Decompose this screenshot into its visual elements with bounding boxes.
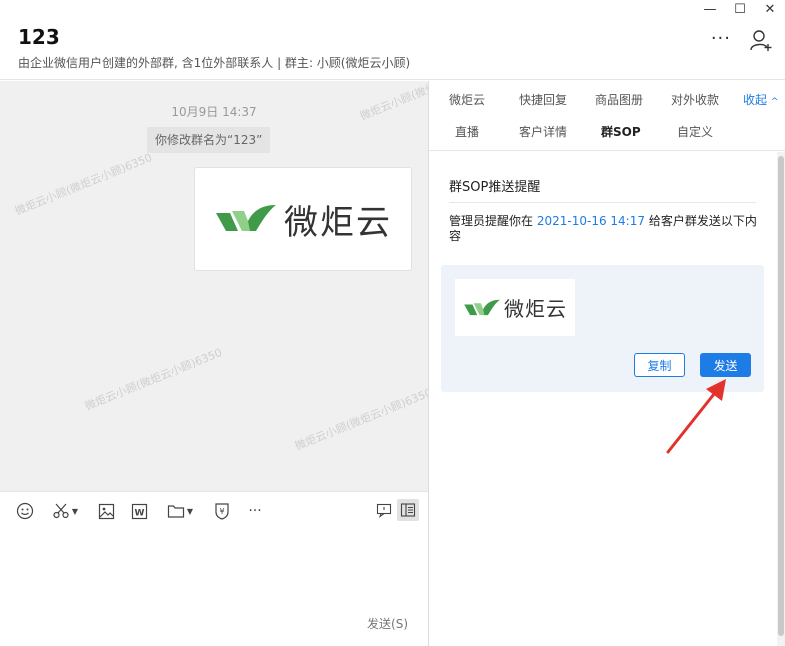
- weijuyun-logo-icon: [464, 299, 500, 315]
- sop-desc-prefix: 管理员提醒你在: [449, 214, 534, 228]
- image-icon: [98, 503, 114, 519]
- wecom-chat-window: 123 由企业微信用户创建的外部群, 含1位外部联系人 | 群主: 小顾(微炬云…: [0, 0, 785, 646]
- scissors-icon: [53, 503, 69, 519]
- more-options-button[interactable]: ···: [711, 28, 731, 49]
- watermark: 微炬云小顾(微炬云小顾)6350: [83, 345, 224, 413]
- collapse-label: 收起: [743, 93, 768, 107]
- window-controls: — ☐ ✕: [695, 0, 785, 18]
- sop-content-card: 微炬云 复制 发送: [441, 265, 764, 392]
- emoji-icon: [16, 502, 34, 520]
- image-button[interactable]: [95, 500, 117, 522]
- weijuyun-logo-icon: [216, 205, 276, 231]
- word-doc-button[interactable]: W: [128, 500, 150, 522]
- tab-quick-reply[interactable]: 快捷回复: [519, 91, 567, 108]
- sop-date: 2021-10-16 14:17: [536, 214, 645, 228]
- chevron-up-icon: ^: [770, 97, 779, 107]
- message-timestamp: 10月9日 14:37: [171, 105, 257, 119]
- system-notice: 你修改群名为“123”: [147, 127, 271, 153]
- folder-icon: [167, 505, 185, 518]
- sidebar-toggle-button[interactable]: [397, 499, 419, 521]
- message-input[interactable]: 发送(S): [0, 530, 428, 646]
- send-button[interactable]: 发送(S): [367, 615, 408, 632]
- scrollbar-thumb[interactable]: [778, 156, 784, 636]
- red-packet-icon: ¥: [215, 503, 229, 520]
- svg-text:W: W: [134, 508, 144, 518]
- copy-button[interactable]: 复制: [634, 353, 685, 377]
- logo-text: 微炬云: [284, 202, 392, 243]
- chat-history[interactable]: 10月9日 14:37 你修改群名为“123” 微炬云 微炬云小顾(微炬云小顾)…: [0, 81, 428, 491]
- sop-send-button[interactable]: 发送: [700, 353, 751, 377]
- sidebar-panel-icon: [400, 503, 416, 517]
- collapse-button[interactable]: 收起 ^: [743, 91, 778, 108]
- screenshot-button[interactable]: ▼: [50, 500, 80, 522]
- watermark: 微炬云小顾(微炬云小顾)6350: [293, 385, 428, 453]
- watermark: 微炬云小顾(微炬云小顾)6350: [13, 150, 154, 218]
- group-title: 123: [18, 25, 60, 49]
- sidebar-scrollbar[interactable]: [777, 152, 785, 646]
- sop-title: 群SOP推送提醒: [449, 180, 541, 195]
- emoji-button[interactable]: [14, 500, 36, 522]
- tab-group-sop[interactable]: 群SOP: [601, 123, 641, 140]
- tab-customer-details[interactable]: 客户详情: [519, 123, 567, 140]
- minimize-button[interactable]: —: [695, 0, 725, 18]
- chat-header: 123 由企业微信用户创建的外部群, 含1位外部联系人 | 群主: 小顾(微炬云…: [0, 0, 785, 80]
- divider: [449, 202, 756, 203]
- tab-weijuyun[interactable]: 微炬云: [449, 91, 485, 108]
- chat-record-button[interactable]: [373, 499, 395, 521]
- weijuyun-logo: 微炬云: [463, 293, 567, 322]
- group-subtitle: 由企业微信用户创建的外部群, 含1位外部联系人 | 群主: 小顾(微炬云小顾): [18, 56, 411, 70]
- chevron-down-icon: ▼: [71, 506, 79, 516]
- input-toolbar: ▼ W ▼ ¥ ···: [0, 491, 428, 529]
- red-packet-button[interactable]: ¥: [211, 500, 233, 522]
- close-button[interactable]: ✕: [755, 0, 785, 18]
- annotation-arrow-icon: [666, 379, 726, 454]
- folder-button[interactable]: ▼: [165, 500, 195, 522]
- add-user-icon: [750, 30, 772, 51]
- weijuyun-logo: 微炬云: [214, 195, 392, 244]
- tab-product-album[interactable]: 商品图册: [595, 91, 643, 108]
- sop-image[interactable]: 微炬云: [455, 279, 575, 336]
- svg-text:¥: ¥: [219, 507, 224, 516]
- sop-description: 管理员提醒你在 2021-10-16 14:17 给客户群发送以下内容: [449, 214, 759, 244]
- word-doc-icon: W: [131, 503, 147, 519]
- maximize-button[interactable]: ☐: [725, 0, 755, 18]
- logo-text: 微炬云: [504, 297, 567, 321]
- tab-custom[interactable]: 自定义: [677, 123, 713, 140]
- image-message[interactable]: 微炬云: [194, 167, 412, 271]
- tab-live[interactable]: 直播: [455, 123, 479, 140]
- more-tools-button[interactable]: ···: [243, 500, 267, 522]
- sidebar-tabs: 微炬云 快捷回复 商品图册 对外收款 收起 ^ 直播 客户详情 群SOP 自定义: [429, 81, 785, 151]
- chevron-down-icon: ▼: [186, 506, 194, 516]
- add-user-button[interactable]: [749, 28, 773, 52]
- tab-external-payment[interactable]: 对外收款: [671, 91, 719, 108]
- chat-record-icon: [376, 503, 392, 518]
